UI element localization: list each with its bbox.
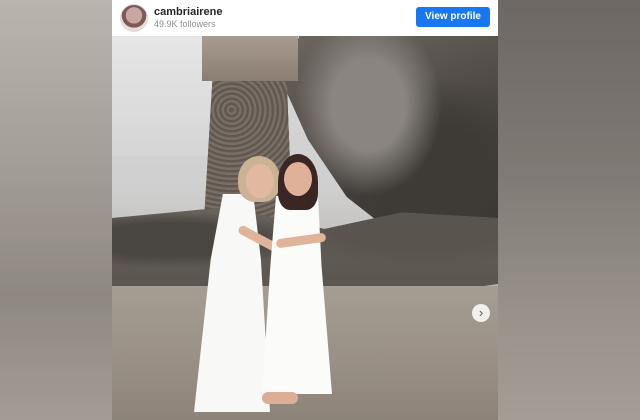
follower-count: 49.9K followers bbox=[154, 19, 216, 29]
bare-feet bbox=[262, 392, 298, 404]
post-photo[interactable]: › bbox=[112, 36, 498, 420]
blurred-background-left bbox=[0, 0, 112, 420]
instagram-embed-post: cambriairene 49.9K followers View profil… bbox=[112, 0, 498, 420]
username[interactable]: cambriairene bbox=[154, 6, 222, 18]
blurred-background-right bbox=[498, 0, 640, 420]
woman-right-face bbox=[284, 162, 312, 196]
view-profile-button[interactable]: View profile bbox=[416, 7, 490, 27]
next-photo-arrow-icon[interactable]: › bbox=[472, 304, 490, 322]
avatar[interactable] bbox=[120, 4, 148, 32]
photo-tower-top bbox=[202, 36, 298, 81]
post-header: cambriairene 49.9K followers View profil… bbox=[112, 0, 498, 36]
woman-left-face bbox=[246, 164, 274, 198]
